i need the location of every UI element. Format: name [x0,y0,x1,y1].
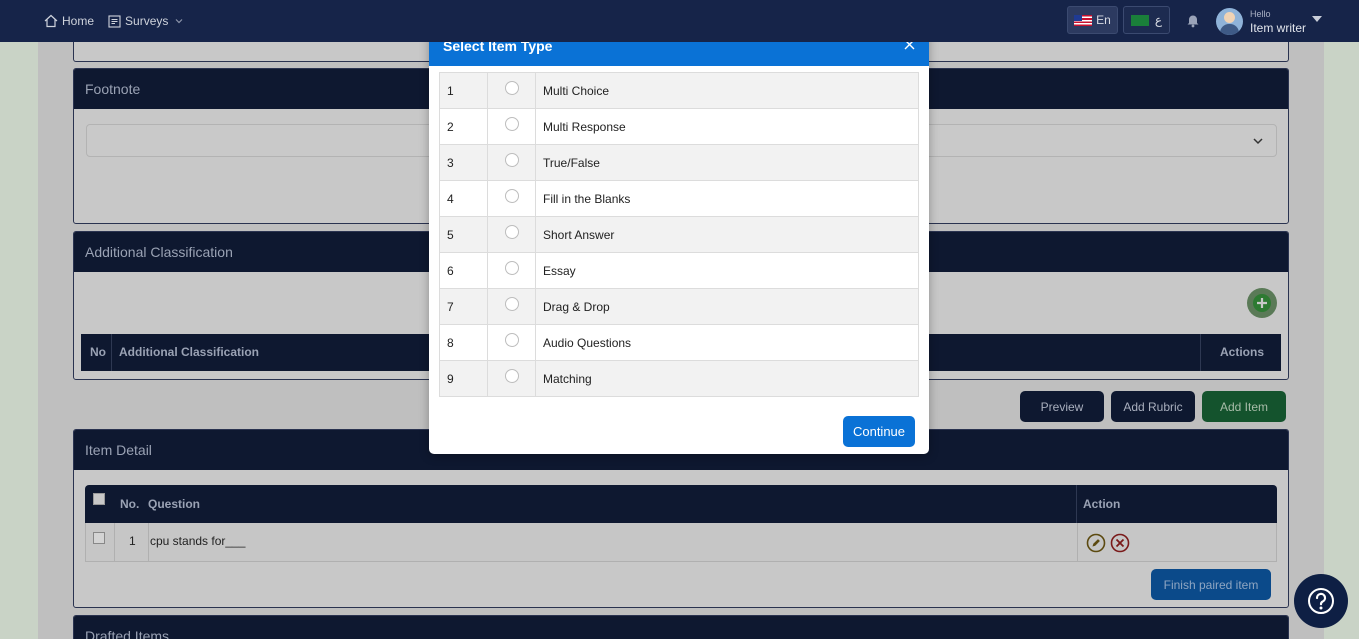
item-type-number: 3 [439,144,488,181]
item-type-label: Matching [535,360,919,397]
item-type-radio-cell [487,108,536,145]
item-type-radio[interactable] [504,297,519,311]
item-type-row[interactable]: 2 Multi Response [439,108,919,145]
nav-surveys-label: Surveys [125,14,169,28]
saudi-flag-icon [1130,14,1149,26]
item-type-radio-cell [487,324,536,361]
nav-home-label: Home [62,14,95,28]
user-name[interactable]: Item writer [1250,21,1306,35]
caret-down-icon[interactable] [1312,15,1322,23]
chevron-down-icon [175,19,183,24]
item-type-radio[interactable] [504,153,519,167]
item-type-number: 6 [439,252,488,289]
add-item-button[interactable]: Add Item [1202,391,1286,422]
item-type-label: Short Answer [535,216,919,253]
bell-icon[interactable] [1186,13,1200,28]
language-ar-label: ع [1154,13,1163,27]
item-type-radio[interactable] [504,225,519,239]
col-no: No [90,345,106,359]
col-question: Question [148,497,201,511]
row-question: cpu stands for___ [150,534,246,548]
item-type-radio[interactable] [504,117,519,131]
help-icon [1308,588,1334,614]
help-button[interactable] [1294,574,1348,628]
item-type-label: Drag & Drop [535,288,919,325]
user-greeting: Hello [1250,9,1271,19]
col-classification: Additional Classification [119,345,260,359]
continue-button[interactable]: Continue [843,416,915,447]
delete-icon[interactable] [1110,533,1130,553]
item-type-label: True/False [535,144,919,181]
item-type-number: 9 [439,360,488,397]
item-type-radio-cell [487,72,536,109]
item-type-label: Fill in the Blanks [535,180,919,217]
nav-home[interactable]: Home [44,14,94,28]
nav-surveys[interactable]: Surveys [108,14,188,28]
item-type-radio-cell [487,252,536,289]
item-type-row[interactable]: 3 True/False [439,144,919,181]
item-table-header: No. Question Action [85,485,1277,523]
survey-icon [108,14,121,28]
edit-icon[interactable] [1086,533,1106,553]
col-number: No. [120,497,140,511]
add-rubric-button[interactable]: Add Rubric [1111,391,1195,422]
language-en-label: En [1096,13,1111,27]
table-row: 1 cpu stands for___ [85,523,1277,562]
plus-icon [1253,294,1271,312]
home-icon [44,14,58,28]
item-type-row[interactable]: 9 Matching [439,360,919,397]
col-action: Action [1083,497,1121,511]
item-type-radio[interactable] [504,369,519,383]
preview-button[interactable]: Preview [1020,391,1104,422]
item-type-label: Multi Response [535,108,919,145]
item-type-label: Multi Choice [535,72,919,109]
item-type-radio-cell [487,180,536,217]
chevron-down-icon [1253,138,1263,145]
item-type-radio-cell [487,360,536,397]
item-type-number: 5 [439,216,488,253]
item-detail-card: Item Detail No. Question Action 1 cpu st… [73,429,1289,608]
add-classification-button[interactable] [1247,288,1277,318]
item-type-row[interactable]: 1 Multi Choice [439,72,919,109]
item-type-row[interactable]: 6 Essay [439,252,919,289]
item-type-table: 1 Multi Choice 2 Multi Response 3 True/False 4… [439,72,919,397]
item-type-row[interactable]: 4 Fill in the Blanks [439,180,919,217]
item-type-number: 1 [439,72,488,109]
row-number: 1 [129,534,136,548]
item-type-row[interactable]: 7 Drag & Drop [439,288,919,325]
item-type-number: 7 [439,288,488,325]
item-type-row[interactable]: 8 Audio Questions [439,324,919,361]
item-type-radio[interactable] [504,189,519,203]
us-flag-icon [1074,14,1093,26]
item-type-number: 2 [439,108,488,145]
item-type-label: Audio Questions [535,324,919,361]
item-type-label: Essay [535,252,919,289]
item-type-radio[interactable] [504,333,519,347]
col-actions: Actions [1220,345,1265,359]
item-type-row[interactable]: 5 Short Answer [439,216,919,253]
finish-paired-item-button[interactable]: Finish paired item [1151,569,1271,600]
item-type-radio[interactable] [504,261,519,275]
select-item-type-modal: Select Item Type 1 Multi Choice 2 Multi Res… [429,26,929,454]
language-ar-button[interactable]: ع [1123,6,1170,34]
avatar[interactable] [1216,8,1243,35]
row-checkbox[interactable] [93,532,105,544]
item-type-radio[interactable] [504,81,519,95]
language-en-button[interactable]: En [1067,6,1118,34]
drafted-items-title: Drafted Items [74,616,1288,639]
drafted-items-card: Drafted Items [73,615,1289,639]
item-type-number: 8 [439,324,488,361]
item-type-radio-cell [487,144,536,181]
item-type-radio-cell [487,216,536,253]
select-all-checkbox[interactable] [93,493,105,505]
item-type-radio-cell [487,288,536,325]
item-type-number: 4 [439,180,488,217]
